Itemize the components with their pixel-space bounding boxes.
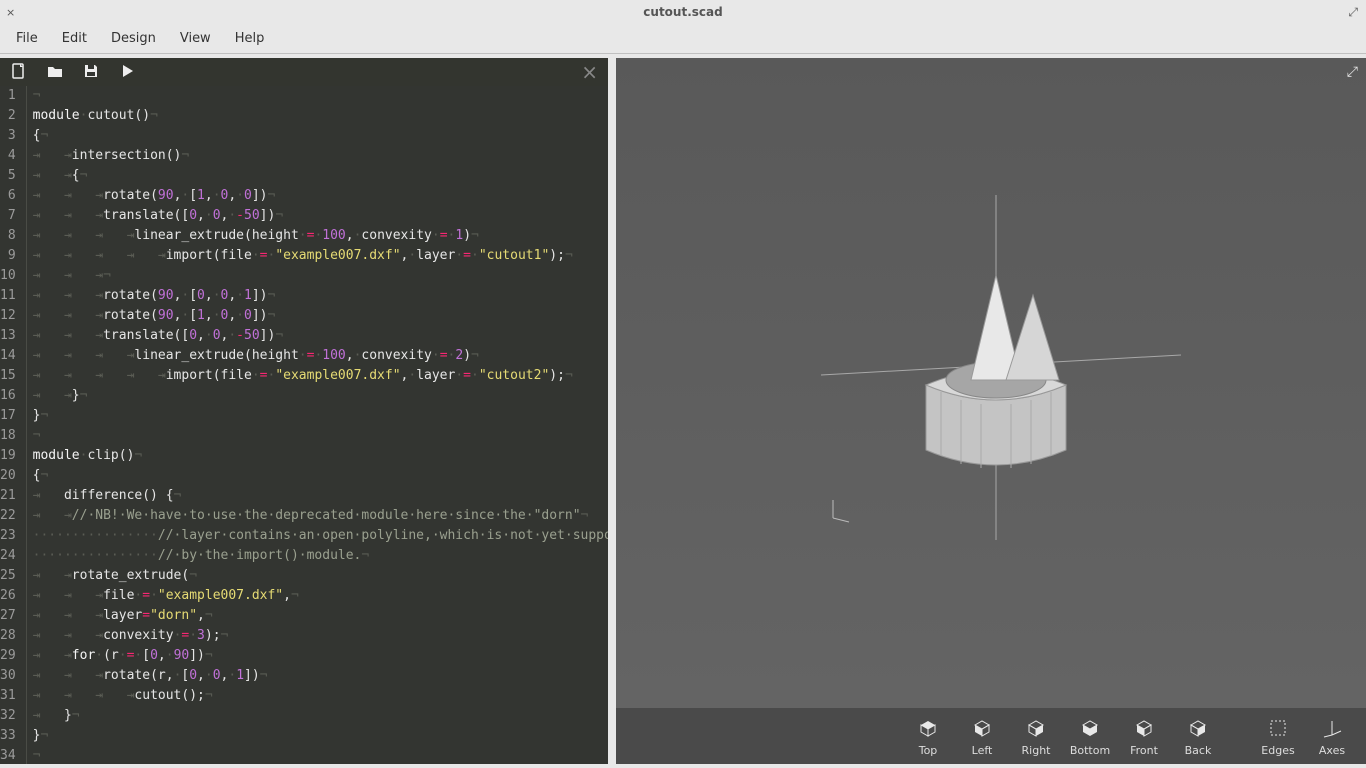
window-restore-icon[interactable]: ⤢ [1348, 5, 1358, 20]
view-bottom-button[interactable]: Bottom [1068, 716, 1112, 757]
viewport-3d[interactable]: ⤢ [616, 58, 1366, 708]
view-back-label: Back [1185, 744, 1212, 757]
toggle-edges-button[interactable]: Edges [1256, 716, 1300, 757]
expand-viewport-icon[interactable]: ⤢ [1347, 64, 1358, 80]
open-file-icon[interactable] [46, 62, 66, 82]
view-top-button[interactable]: Top [906, 716, 950, 757]
edges-icon [1266, 716, 1290, 740]
toggle-edges-label: Edges [1261, 744, 1294, 757]
code-lines: ¬module·cutout()¬{¬⇥ ⇥intersection()¬⇥ ⇥… [27, 86, 608, 764]
menu-file[interactable]: File [6, 27, 48, 50]
rendered-model [771, 180, 1211, 560]
axes-icon [1320, 716, 1344, 740]
editor-close-icon[interactable]: × [581, 60, 598, 84]
view-front-button[interactable]: Front [1122, 716, 1166, 757]
menu-view[interactable]: View [170, 27, 221, 50]
cube-bottom-icon [1078, 716, 1102, 740]
view-left-label: Left [972, 744, 993, 757]
editor-toolbar: × [0, 58, 608, 86]
view-back-button[interactable]: Back [1176, 716, 1220, 757]
cube-front-icon [1132, 716, 1156, 740]
view-right-button[interactable]: Right [1014, 716, 1058, 757]
view-bottom-label: Bottom [1070, 744, 1110, 757]
view-top-label: Top [919, 744, 938, 757]
code-editor[interactable]: 1234567891011121314151617181920212223242… [0, 86, 608, 764]
new-file-icon[interactable] [10, 62, 30, 82]
view-right-label: Right [1022, 744, 1051, 757]
menubar: File Edit Design View Help [0, 24, 1366, 54]
editor-pane: × 12345678910111213141516171819202122232… [0, 58, 608, 764]
preview-icon[interactable] [118, 62, 138, 82]
window-title: cutout.scad [643, 5, 722, 19]
menu-design[interactable]: Design [101, 27, 166, 50]
toggle-axes-button[interactable]: Axes [1310, 716, 1354, 757]
line-gutter: 1234567891011121314151617181920212223242… [0, 86, 27, 764]
cube-left-icon [970, 716, 994, 740]
menu-edit[interactable]: Edit [52, 27, 97, 50]
cube-right-icon [1024, 716, 1048, 740]
titlebar: × cutout.scad ⤢ [0, 0, 1366, 24]
workspace: × 12345678910111213141516171819202122232… [0, 54, 1366, 768]
save-file-icon[interactable] [82, 62, 102, 82]
menu-help[interactable]: Help [225, 27, 275, 50]
view-left-button[interactable]: Left [960, 716, 1004, 757]
window-close-icon[interactable]: × [6, 6, 15, 19]
cube-back-icon [1186, 716, 1210, 740]
viewer-toolbar: Top Left Right Bottom Front Back [616, 708, 1366, 764]
viewer-pane: ⤢ [616, 58, 1366, 764]
view-front-label: Front [1130, 744, 1158, 757]
cube-top-icon [916, 716, 940, 740]
toggle-axes-label: Axes [1319, 744, 1345, 757]
